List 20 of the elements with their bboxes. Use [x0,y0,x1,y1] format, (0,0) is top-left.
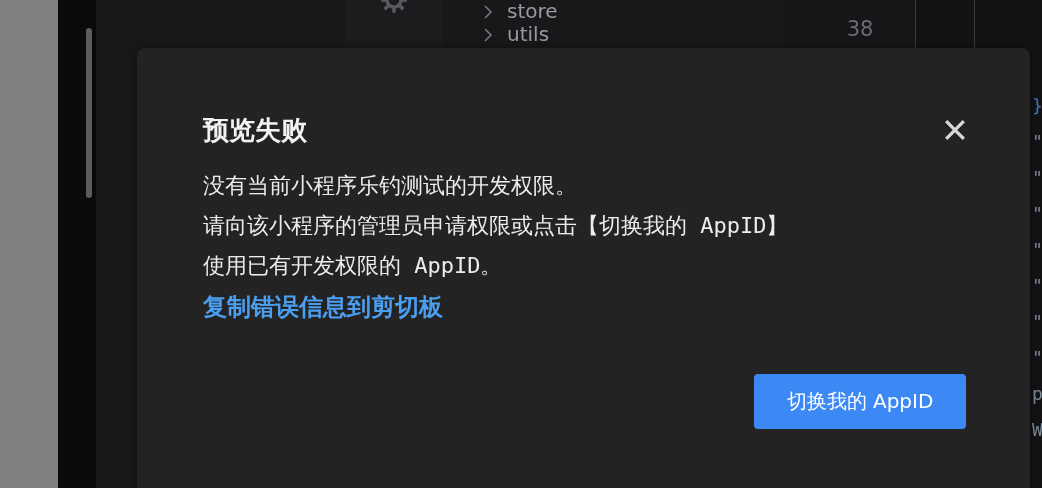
code-text: " [1032,130,1042,154]
dialog-title: 预览失败 [203,113,307,147]
code-text: " [1032,274,1042,298]
folder-name[interactable]: store [507,0,558,23]
code-text: " [1032,310,1042,334]
code-text: " [1032,238,1042,262]
message-text: 请向该小程序的管理员申请权限或点击【切换我的 AppID】 [203,212,790,240]
line-number: 38 [846,16,874,43]
folder-name[interactable]: utils [507,23,550,46]
message-text: 使用已有开发权限的 AppID。 [203,252,504,280]
code-text: p [1032,382,1042,406]
code-text: " [1032,166,1042,190]
code-text: " [1032,202,1042,226]
close-icon [944,119,966,141]
code-text: } [1032,94,1042,118]
code-text: " [1032,346,1042,370]
switch-appid-button[interactable]: 切换我的 AppID [754,374,966,429]
code-text: W [1032,418,1042,442]
copy-error-link[interactable]: 复制错误信息到剪切板 [203,286,443,328]
message-text: 没有当前小程序乐钓测试的开发权限。 [203,172,578,200]
